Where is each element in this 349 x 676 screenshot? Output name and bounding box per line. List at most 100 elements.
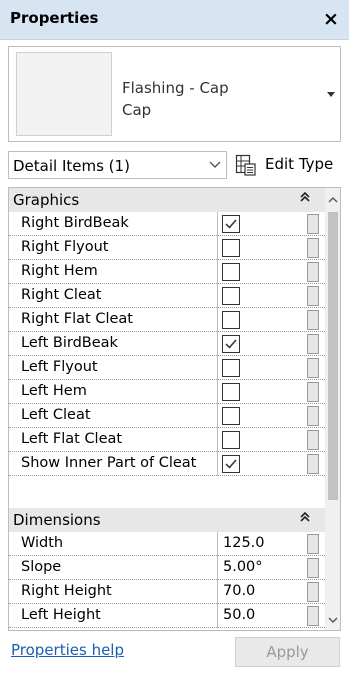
property-checkbox[interactable] bbox=[222, 287, 240, 305]
category-filter-select[interactable]: Detail Items (1) bbox=[8, 151, 227, 179]
column-divider bbox=[217, 404, 218, 428]
column-divider bbox=[217, 604, 218, 628]
property-name: Left BirdBeak bbox=[21, 335, 118, 351]
type-family-name: Flashing - Cap bbox=[122, 79, 229, 97]
property-name: Left Cleat bbox=[21, 407, 91, 423]
type-selector[interactable]: Flashing - Cap Cap bbox=[8, 46, 341, 142]
property-name: Left Flat Cleat bbox=[21, 431, 123, 447]
type-preview-thumbnail bbox=[16, 52, 112, 136]
column-divider bbox=[217, 532, 218, 556]
property-value-field[interactable]: 70.0 bbox=[223, 583, 255, 599]
property-value-field[interactable]: 5.00° bbox=[223, 559, 263, 575]
property-checkbox[interactable] bbox=[222, 455, 240, 473]
property-name: Left Flyout bbox=[21, 359, 98, 375]
window-title: Properties bbox=[10, 9, 99, 27]
associate-parameter-button[interactable] bbox=[307, 358, 319, 378]
property-name: Right BirdBeak bbox=[21, 215, 129, 231]
type-type-name: Cap bbox=[122, 101, 152, 119]
group-header-graphics[interactable]: Graphics bbox=[9, 188, 325, 212]
property-row: Right Cleat bbox=[9, 284, 325, 308]
associate-parameter-button[interactable] bbox=[307, 534, 319, 554]
property-name: Left Hem bbox=[21, 383, 87, 399]
property-row: Right Height 70.0 bbox=[9, 580, 325, 604]
property-name: Show Inner Part of Cleat bbox=[21, 455, 197, 471]
group-label: Dimensions bbox=[13, 511, 101, 529]
apply-button[interactable]: Apply bbox=[235, 637, 340, 667]
property-row: Left Hem bbox=[9, 380, 325, 404]
group-label: Graphics bbox=[13, 191, 80, 209]
associate-parameter-button[interactable] bbox=[307, 334, 319, 354]
property-row: Left Flyout bbox=[9, 356, 325, 380]
column-divider bbox=[217, 260, 218, 284]
associate-parameter-button[interactable] bbox=[307, 238, 319, 258]
edit-type-icon bbox=[235, 154, 257, 176]
property-row: Left Cleat bbox=[9, 404, 325, 428]
property-row: Slope 5.00° bbox=[9, 556, 325, 580]
associate-parameter-button[interactable] bbox=[307, 382, 319, 402]
property-name: Slope bbox=[21, 559, 62, 575]
property-checkbox[interactable] bbox=[222, 311, 240, 329]
associate-parameter-button[interactable] bbox=[307, 214, 319, 234]
associate-parameter-button[interactable] bbox=[307, 430, 319, 450]
column-divider bbox=[217, 284, 218, 308]
associate-parameter-button[interactable] bbox=[307, 310, 319, 330]
column-divider bbox=[217, 356, 218, 380]
associate-parameter-button[interactable] bbox=[307, 606, 319, 626]
column-divider bbox=[217, 332, 218, 356]
double-chevron-up-icon[interactable] bbox=[297, 190, 313, 208]
properties-palette: Properties × Flashing - Cap Cap Detail I… bbox=[0, 0, 349, 676]
associate-parameter-button[interactable] bbox=[307, 286, 319, 306]
title-bar: Properties × bbox=[0, 0, 349, 40]
property-name: Width bbox=[21, 535, 64, 551]
property-checkbox[interactable] bbox=[222, 359, 240, 377]
scroll-up-arrow-icon[interactable] bbox=[325, 192, 340, 208]
associate-parameter-button[interactable] bbox=[307, 406, 319, 426]
scroll-down-arrow-icon[interactable] bbox=[325, 612, 340, 628]
triangle-down-icon[interactable] bbox=[324, 87, 338, 101]
property-checkbox[interactable] bbox=[222, 263, 240, 281]
column-divider bbox=[217, 452, 218, 476]
column-divider bbox=[217, 428, 218, 452]
column-divider bbox=[217, 580, 218, 604]
properties-help-link[interactable]: Properties help bbox=[11, 641, 124, 659]
property-name: Right Height bbox=[21, 583, 112, 599]
column-divider bbox=[217, 236, 218, 260]
property-row: Left Flat Cleat bbox=[9, 428, 325, 452]
property-row: Right Hem bbox=[9, 260, 325, 284]
property-row: Right Flyout bbox=[9, 236, 325, 260]
scrollbar-thumb[interactable] bbox=[328, 212, 338, 500]
associate-parameter-button[interactable] bbox=[307, 582, 319, 602]
close-icon[interactable]: × bbox=[319, 7, 343, 31]
category-selected-value: Detail Items (1) bbox=[13, 157, 130, 175]
associate-parameter-button[interactable] bbox=[307, 558, 319, 578]
property-name: Right Hem bbox=[21, 263, 98, 279]
type-name: Flashing - Cap Cap bbox=[122, 77, 302, 121]
property-row: Left Height 50.0 bbox=[9, 604, 325, 628]
property-checkbox[interactable] bbox=[222, 239, 240, 257]
edit-type-button[interactable]: Edit Type bbox=[235, 150, 341, 180]
property-name: Left Height bbox=[21, 607, 101, 623]
associate-parameter-button[interactable] bbox=[307, 262, 319, 282]
property-row: Right BirdBeak bbox=[9, 212, 325, 236]
property-name: Right Cleat bbox=[21, 287, 102, 303]
column-divider bbox=[217, 380, 218, 404]
property-name: Right Flat Cleat bbox=[21, 311, 133, 327]
property-row: Width 125.0 bbox=[9, 532, 325, 556]
property-value-field[interactable]: 125.0 bbox=[223, 535, 265, 551]
column-divider bbox=[217, 212, 218, 236]
property-checkbox[interactable] bbox=[222, 335, 240, 353]
property-row: Right Flat Cleat bbox=[9, 308, 325, 332]
double-chevron-up-icon[interactable] bbox=[297, 510, 313, 528]
property-checkbox[interactable] bbox=[222, 215, 240, 233]
property-checkbox[interactable] bbox=[222, 407, 240, 425]
property-row: Show Inner Part of Cleat bbox=[9, 452, 325, 476]
chevron-down-icon bbox=[208, 159, 222, 171]
property-value-field[interactable]: 50.0 bbox=[223, 607, 255, 623]
associate-parameter-button[interactable] bbox=[307, 454, 319, 474]
vertical-scrollbar[interactable] bbox=[325, 188, 340, 630]
property-checkbox[interactable] bbox=[222, 431, 240, 449]
group-header-dimensions[interactable]: Dimensions bbox=[9, 508, 325, 532]
property-row: Left BirdBeak bbox=[9, 332, 325, 356]
property-name: Right Flyout bbox=[21, 239, 109, 255]
property-checkbox[interactable] bbox=[222, 383, 240, 401]
